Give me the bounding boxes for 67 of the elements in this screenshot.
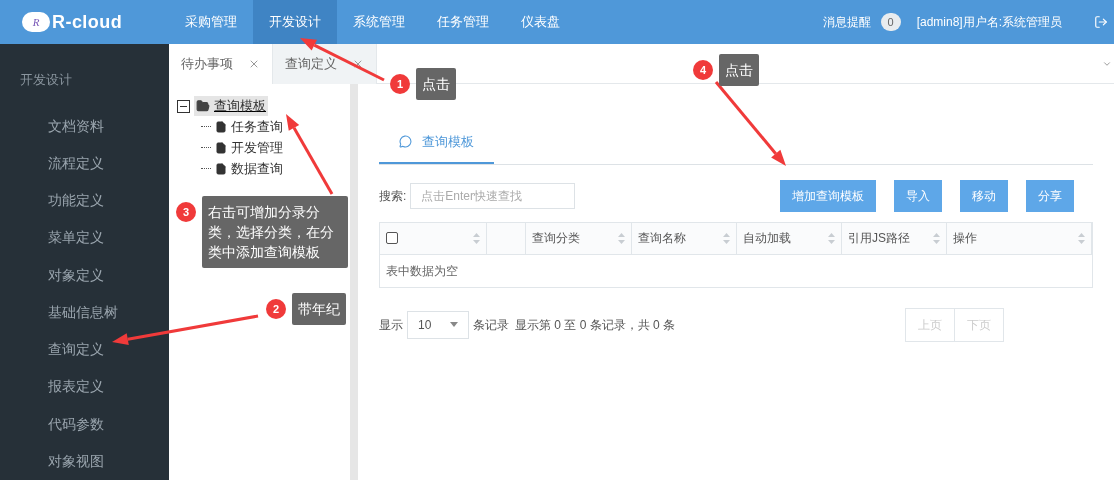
collapse-toggle[interactable] — [177, 99, 190, 113]
sidebar-item[interactable]: 菜单定义 — [0, 219, 169, 257]
step-badge: 4 — [693, 60, 713, 80]
sidebar-item[interactable]: 功能定义 — [0, 182, 169, 220]
sidebar-item[interactable]: 对象视图 — [0, 442, 169, 480]
notice-label[interactable]: 消息提醒 — [822, 13, 871, 31]
panel-tab[interactable]: 查询模板 — [379, 132, 494, 164]
tree-node[interactable]: 查询模板 — [194, 96, 268, 116]
file-icon — [215, 141, 227, 154]
tree-node[interactable]: 数据查询 — [215, 158, 283, 179]
sidebar-heading: 开发设计 — [19, 71, 73, 89]
page-tab[interactable]: 待办事项 — [169, 44, 273, 84]
caret-icon — [450, 322, 458, 327]
scrollbar[interactable] — [350, 84, 358, 480]
logout-icon[interactable] — [1094, 15, 1108, 29]
sidebar-item[interactable]: 基础信息树 — [0, 293, 169, 331]
sidebar-item[interactable]: 查询定义 — [0, 331, 169, 369]
unit-label: 条记录 — [473, 316, 509, 334]
column-header: 查询分类 — [532, 230, 580, 247]
sidebar-item[interactable]: 对象定义 — [0, 256, 169, 294]
step-badge: 2 — [266, 299, 286, 319]
file-icon — [215, 162, 227, 175]
sidebar-item[interactable]: 代码参数 — [0, 405, 169, 443]
nav-tab[interactable]: 仪表盘 — [505, 0, 576, 44]
nav-tab[interactable]: 开发设计 — [253, 0, 337, 44]
page-tab[interactable]: 查询定义 — [273, 44, 377, 84]
record-info: 显示第 0 至 0 条记录，共 0 条 — [515, 316, 676, 334]
folder-icon — [196, 99, 210, 113]
nav-tab[interactable]: 任务管理 — [421, 0, 505, 44]
callout: 点击 — [416, 68, 456, 100]
tree-node[interactable]: 开发管理 — [215, 137, 283, 158]
callout: 带年纪 — [292, 293, 346, 325]
sidebar-item[interactable]: 文档资料 — [0, 107, 169, 145]
tree-node[interactable]: 任务查询 — [215, 116, 283, 137]
step-badge: 3 — [176, 202, 196, 222]
column-header: 操作 — [953, 230, 977, 247]
sort-icon[interactable] — [828, 232, 835, 244]
sort-icon[interactable] — [618, 232, 625, 244]
nav-tab[interactable]: 系统管理 — [337, 0, 421, 44]
sort-icon[interactable] — [1078, 232, 1085, 244]
sort-icon[interactable] — [723, 232, 730, 244]
checkbox[interactable] — [386, 232, 398, 244]
column-header: 查询名称 — [638, 230, 686, 247]
search-field[interactable]: 点击Enter快速查找 — [410, 182, 576, 209]
sort-icon[interactable] — [933, 232, 940, 244]
callout: 点击 — [719, 54, 759, 86]
empty-message: 表中数据为空 — [386, 262, 458, 280]
close-icon[interactable] — [248, 58, 260, 70]
brand-name: R-cloud — [52, 10, 123, 34]
user-label: [admin8]用户名:系统管理员 — [916, 14, 1062, 31]
chat-bubble-icon — [399, 135, 412, 149]
show-label: 显示 — [379, 316, 403, 334]
count-badge: 0 — [880, 12, 901, 32]
caret-icon[interactable] — [1102, 59, 1112, 69]
column-header: 引用JS路径 — [848, 230, 910, 247]
sidebar-item[interactable]: 报表定义 — [0, 368, 169, 406]
nav-tab[interactable]: 采购管理 — [169, 0, 253, 44]
file-icon — [215, 120, 227, 133]
close-icon[interactable] — [352, 58, 364, 70]
page-size-select[interactable]: 10 — [407, 310, 469, 339]
sort-icon[interactable] — [473, 232, 480, 244]
cloud-logo: R — [22, 12, 50, 32]
column-header: 自动加载 — [743, 230, 791, 247]
step-badge: 1 — [390, 74, 410, 94]
search-label: 搜索: — [379, 187, 407, 205]
sidebar-item[interactable]: 流程定义 — [0, 144, 169, 182]
callout: 右击可增加分录分类，选择分类，在分类中添加查询模板 — [202, 196, 348, 268]
